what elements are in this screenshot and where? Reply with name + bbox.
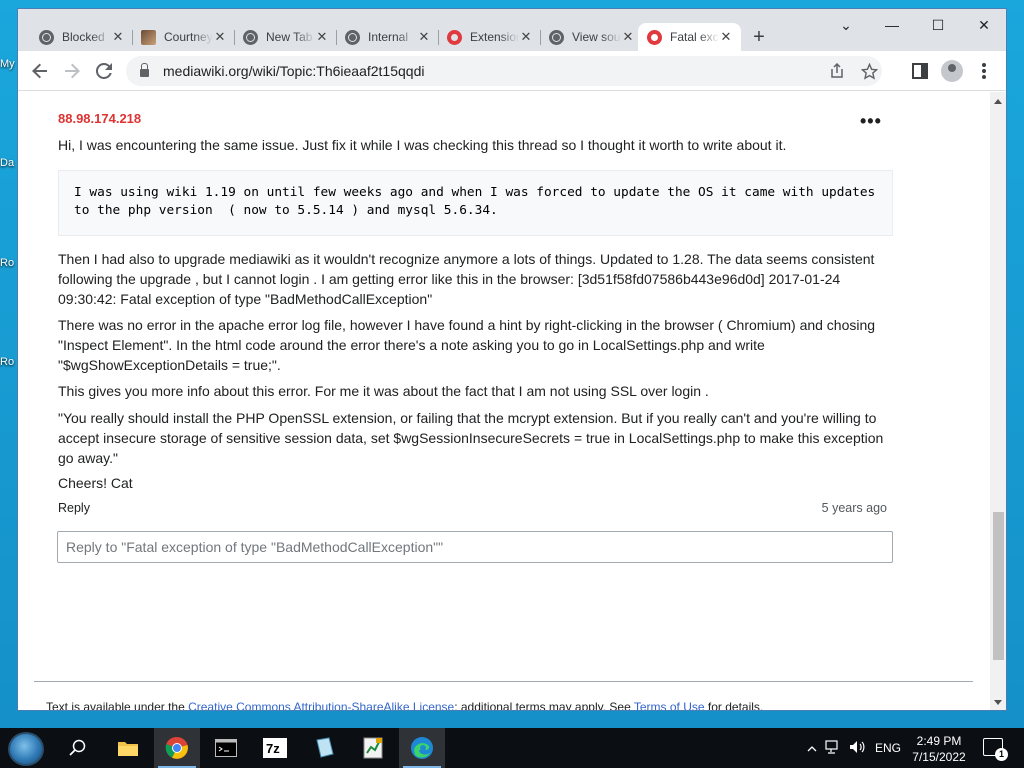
tab-new-tab[interactable]: New Tab ✕ xyxy=(234,23,337,51)
desktop-icon-label[interactable]: Ro xyxy=(0,257,14,269)
reload-icon[interactable] xyxy=(92,59,116,83)
tab-title: New Tab xyxy=(266,30,313,44)
tab-title: View source xyxy=(572,30,621,44)
language-indicator[interactable]: ENG xyxy=(869,741,907,755)
globe-icon xyxy=(38,29,54,45)
more-options-icon[interactable]: ••• xyxy=(860,111,882,132)
tab-view-source[interactable]: View source ✕ xyxy=(540,23,643,51)
start-button[interactable] xyxy=(8,732,44,766)
back-arrow-icon[interactable] xyxy=(28,59,52,83)
edge-icon[interactable] xyxy=(399,728,445,768)
bookmark-star-icon[interactable] xyxy=(858,60,880,82)
reply-input[interactable] xyxy=(57,531,893,563)
forward-arrow-icon[interactable] xyxy=(60,59,84,83)
post-paragraph: There was no error in the apache error l… xyxy=(58,317,876,373)
profile-icon[interactable] xyxy=(940,59,964,83)
address-bar[interactable]: mediawiki.org/wiki/Topic:Th6ieaaf2t15qqd… xyxy=(126,56,882,86)
kebab-menu-icon[interactable] xyxy=(972,59,996,83)
close-icon[interactable]: ✕ xyxy=(213,29,227,45)
system-tray: ENG xyxy=(803,728,907,768)
new-tab-button[interactable]: + xyxy=(748,26,770,48)
post-paragraph: This gives you more info about this erro… xyxy=(58,383,709,399)
tab-internal[interactable]: Internal ✕ xyxy=(336,23,439,51)
post-author[interactable]: 88.98.174.218 xyxy=(58,111,141,126)
footer-text: Text is available under the Creative Com… xyxy=(46,700,764,711)
scroll-down-icon[interactable] xyxy=(994,700,1002,705)
post-paragraph: "You really should install the PHP OpenS… xyxy=(58,410,884,466)
taskbar: 7z ENG 2:49 PM 7/15/2022 1 xyxy=(0,728,1024,768)
opera-icon xyxy=(446,29,462,45)
browser-toolbar: mediawiki.org/wiki/Topic:Th6ieaaf2t15qqd… xyxy=(18,51,1006,91)
post-paragraph: Then I had also to upgrade mediawiki as … xyxy=(58,251,875,307)
globe-icon xyxy=(344,29,360,45)
tab-search-button[interactable]: ⌄ xyxy=(823,9,869,41)
network-icon[interactable] xyxy=(821,739,845,757)
tab-title: Fatal exception xyxy=(670,30,719,44)
share-icon[interactable] xyxy=(826,60,848,82)
post-paragraph: Hi, I was encountering the same issue. J… xyxy=(58,137,787,153)
post-timestamp[interactable]: 5 years ago xyxy=(822,501,887,515)
page-content: 88.98.174.218 ••• Hi, I was encountering… xyxy=(18,92,990,711)
spreadsheet-icon[interactable] xyxy=(350,728,396,768)
notifications-icon[interactable]: 1 xyxy=(983,738,1008,761)
tab-strip: Blocked ✕ Courtney ✕ New Tab ✕ Internal … xyxy=(18,9,1006,51)
file-explorer-icon[interactable] xyxy=(105,728,151,768)
browser-window: Blocked ✕ Courtney ✕ New Tab ✕ Internal … xyxy=(17,8,1007,711)
tab-fatal-exception[interactable]: Fatal exception ✕ xyxy=(638,23,741,51)
license-link[interactable]: Creative Commons Attribution-ShareAlike … xyxy=(188,700,454,710)
scroll-thumb[interactable] xyxy=(993,512,1004,660)
clock[interactable]: 2:49 PM 7/15/2022 xyxy=(906,733,972,765)
tab-title: Blocked xyxy=(62,30,105,44)
tab-courtney[interactable]: Courtney ✕ xyxy=(132,23,235,51)
desktop-icon-label[interactable]: My xyxy=(0,58,15,70)
close-window-button[interactable]: ✕ xyxy=(961,9,1006,41)
close-icon[interactable]: ✕ xyxy=(417,29,431,45)
footer-suffix: for details. xyxy=(704,700,764,711)
maximize-button[interactable]: ☐ xyxy=(915,9,961,41)
close-icon[interactable]: ✕ xyxy=(519,29,533,45)
search-icon[interactable] xyxy=(55,728,101,768)
chevron-up-icon[interactable] xyxy=(803,741,821,755)
footer-middle: ; additional terms may apply. See xyxy=(454,700,634,711)
side-panel-icon[interactable] xyxy=(908,59,932,83)
globe-icon xyxy=(548,29,564,45)
reply-button[interactable]: Reply xyxy=(58,501,90,515)
clock-time: 2:49 PM xyxy=(916,734,962,748)
7zip-icon[interactable]: 7z xyxy=(252,728,298,768)
desktop-icon-label[interactable]: Da xyxy=(0,157,14,169)
close-icon[interactable]: ✕ xyxy=(719,29,733,45)
url-text: mediawiki.org/wiki/Topic:Th6ieaaf2t15qqd… xyxy=(163,63,425,79)
post-signature: Cheers! Cat xyxy=(58,475,133,491)
footer-divider xyxy=(34,681,973,682)
minimize-button[interactable]: — xyxy=(869,9,915,41)
close-icon[interactable]: ✕ xyxy=(315,29,329,45)
terminal-icon[interactable] xyxy=(203,728,249,768)
vertical-scrollbar[interactable] xyxy=(990,92,1006,710)
terms-of-use-link[interactable]: Terms of Use xyxy=(634,700,705,710)
footer-prefix: Text is available under the xyxy=(46,700,189,711)
chrome-icon xyxy=(242,29,258,45)
tab-extensions[interactable]: Extensions ✕ xyxy=(438,23,541,51)
chrome-icon[interactable] xyxy=(154,728,200,768)
avatar-icon xyxy=(140,29,156,45)
scroll-up-icon[interactable] xyxy=(994,99,1002,104)
tab-blocked[interactable]: Blocked ✕ xyxy=(30,23,133,51)
tab-title: Courtney xyxy=(164,30,213,44)
desktop-icon-label[interactable]: Ro xyxy=(0,356,14,368)
volume-icon[interactable] xyxy=(845,740,869,757)
code-block: I was using wiki 1.19 on until few weeks… xyxy=(58,170,893,236)
notification-count: 1 xyxy=(995,748,1008,761)
tab-title: Extensions xyxy=(470,30,519,44)
close-icon[interactable]: ✕ xyxy=(621,29,635,45)
notepad-icon[interactable] xyxy=(301,728,347,768)
opera-icon xyxy=(646,29,662,45)
lock-icon xyxy=(140,63,149,77)
close-icon[interactable]: ✕ xyxy=(111,29,125,45)
svg-text:7z: 7z xyxy=(266,741,280,756)
tab-title: Internal xyxy=(368,30,409,44)
clock-date: 7/15/2022 xyxy=(912,750,966,764)
